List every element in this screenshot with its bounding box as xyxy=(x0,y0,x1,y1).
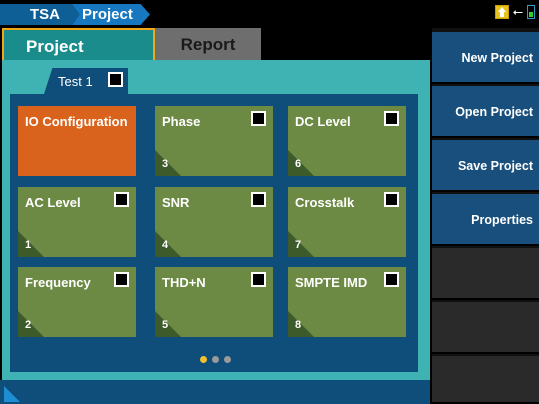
tile-checkbox[interactable] xyxy=(384,192,399,207)
tab-report[interactable]: Report xyxy=(155,28,261,61)
tile-checkbox[interactable] xyxy=(384,272,399,287)
tile-label: IO Configuration xyxy=(25,114,128,129)
properties-button[interactable]: Properties xyxy=(432,194,539,246)
open-project-button[interactable]: Open Project xyxy=(432,86,539,138)
tile-number: 8 xyxy=(295,319,302,331)
tile-label: SMPTE IMD xyxy=(295,275,368,290)
test-tab-label: Test 1 xyxy=(58,74,93,89)
empty-menu-slot[interactable] xyxy=(432,356,539,404)
tile-number: 5 xyxy=(162,319,169,331)
tile-ac-level[interactable]: AC Level 1 xyxy=(18,187,136,257)
battery-icon xyxy=(527,5,535,19)
tile-number: 6 xyxy=(295,158,302,170)
corner-triangle-icon xyxy=(4,386,20,402)
page-dot-3[interactable] xyxy=(224,356,231,363)
tile-label: SNR xyxy=(162,195,190,210)
tile-checkbox[interactable] xyxy=(114,272,129,287)
page-dot-2[interactable] xyxy=(212,356,219,363)
tile-frequency[interactable]: Frequency 2 xyxy=(18,267,136,337)
usb-icon: ⭠ xyxy=(512,4,523,19)
tile-label: Phase xyxy=(162,114,201,129)
tile-number: 7 xyxy=(295,239,302,251)
new-project-button[interactable]: New Project xyxy=(432,32,539,84)
empty-menu-slot[interactable] xyxy=(432,302,539,354)
page-indicator xyxy=(200,356,231,363)
tile-number: 1 xyxy=(25,239,32,251)
tile-snr[interactable]: SNR 4 xyxy=(155,187,273,257)
tile-label: Frequency xyxy=(25,275,91,290)
tile-number: 3 xyxy=(162,158,169,170)
tile-checkbox[interactable] xyxy=(251,111,266,126)
tile-smpte-imd[interactable]: SMPTE IMD 8 xyxy=(288,267,406,337)
tile-crosstalk[interactable]: Crosstalk 7 xyxy=(288,187,406,257)
breadcrumb-project[interactable]: Project xyxy=(72,4,150,25)
home-icon[interactable] xyxy=(494,5,509,19)
tile-thd-n[interactable]: THD+N 5 xyxy=(155,267,273,337)
test-checkbox[interactable] xyxy=(108,72,123,87)
tile-label: Crosstalk xyxy=(295,195,355,210)
tile-label: AC Level xyxy=(25,195,81,210)
save-project-button[interactable]: Save Project xyxy=(432,140,539,192)
page-dot-1[interactable] xyxy=(200,356,207,363)
tile-label: THD+N xyxy=(162,275,206,290)
tile-dc-level[interactable]: DC Level 6 xyxy=(288,106,406,176)
status-area: ⭠ xyxy=(494,4,535,19)
tile-checkbox[interactable] xyxy=(114,192,129,207)
tile-checkbox[interactable] xyxy=(251,272,266,287)
breadcrumb-tsa[interactable]: TSA xyxy=(0,4,80,25)
tile-number: 4 xyxy=(162,239,169,251)
tile-number: 2 xyxy=(25,319,32,331)
tab-project[interactable]: Project xyxy=(2,28,155,61)
empty-menu-slot[interactable] xyxy=(432,248,539,300)
tile-phase[interactable]: Phase 3 xyxy=(155,106,273,176)
tile-label: DC Level xyxy=(295,114,351,129)
tile-io-configuration[interactable]: IO Configuration xyxy=(18,106,136,176)
bottom-strip xyxy=(0,380,430,404)
tile-checkbox[interactable] xyxy=(384,111,399,126)
top-bar: TSA Project ⭠ xyxy=(0,0,539,26)
tile-checkbox[interactable] xyxy=(251,192,266,207)
